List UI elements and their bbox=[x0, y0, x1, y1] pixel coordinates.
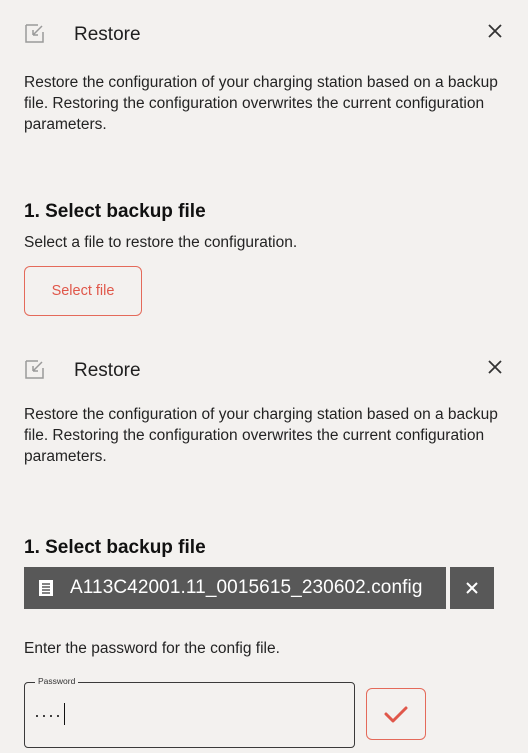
close-icon[interactable] bbox=[486, 358, 504, 376]
restore-import-icon bbox=[25, 24, 44, 43]
selected-file-name: A113C42001.11_0015615_230602.config bbox=[70, 577, 423, 598]
remove-file-icon bbox=[466, 582, 478, 594]
password-field[interactable]: Password ···· bbox=[24, 676, 355, 748]
password-prompt: Enter the password for the config file. bbox=[24, 640, 280, 657]
password-label: Password bbox=[35, 676, 79, 686]
text-caret bbox=[63, 703, 66, 725]
dialog-header: Restore bbox=[24, 20, 504, 52]
restore-panel-initial: Restore Restore the configuration of you… bbox=[0, 0, 528, 330]
file-icon bbox=[39, 580, 53, 596]
confirm-password-button[interactable] bbox=[366, 688, 426, 740]
step-hint: Select a file to restore the configurati… bbox=[24, 234, 298, 251]
remove-file-button[interactable] bbox=[450, 567, 494, 609]
dialog-header: Restore bbox=[24, 356, 504, 388]
dialog-title: Restore bbox=[74, 360, 141, 381]
step-title: 1. Select backup file bbox=[24, 537, 206, 558]
selected-file-chip: A113C42001.11_0015615_230602.config bbox=[24, 567, 446, 609]
dialog-description: Restore the configuration of your chargi… bbox=[24, 74, 498, 133]
dialog-description: Restore the configuration of your chargi… bbox=[24, 406, 498, 465]
dialog-title: Restore bbox=[74, 24, 141, 45]
step-title: 1. Select backup file bbox=[24, 201, 206, 222]
select-file-button[interactable]: Select file bbox=[24, 266, 142, 316]
checkmark-icon bbox=[384, 706, 408, 723]
restore-import-icon bbox=[25, 360, 44, 379]
password-value-wrap[interactable]: ···· bbox=[34, 703, 66, 726]
password-value: ···· bbox=[34, 705, 62, 725]
close-icon[interactable] bbox=[486, 22, 504, 40]
